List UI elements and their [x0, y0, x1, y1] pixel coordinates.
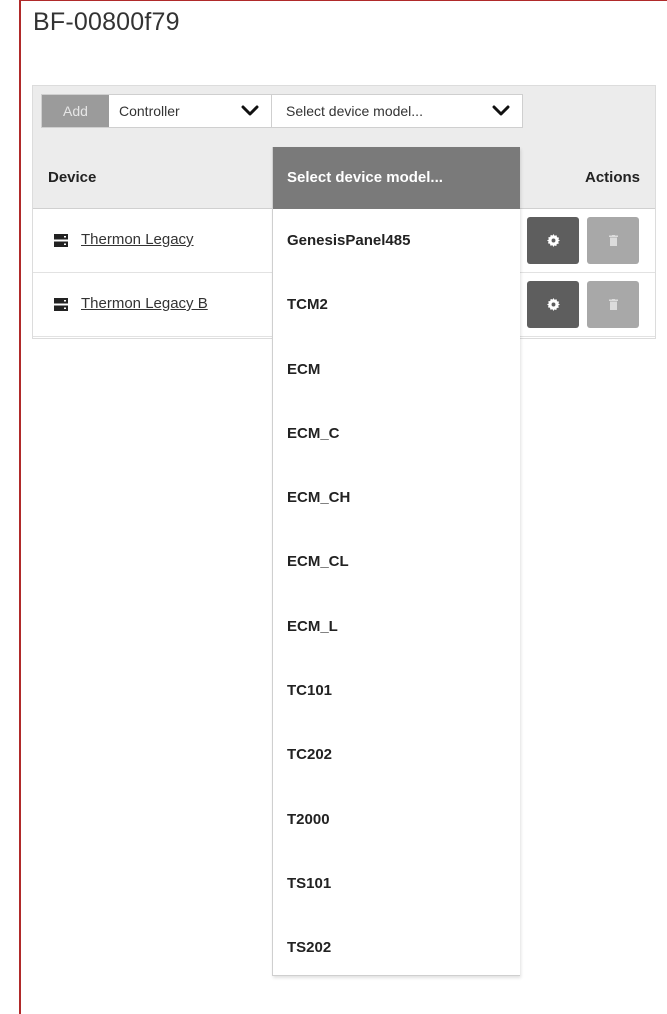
- dropdown-option[interactable]: ECM_C: [273, 402, 520, 466]
- dropdown-option[interactable]: TS202: [273, 916, 520, 980]
- device-model-value: Select device model...: [286, 103, 423, 119]
- server-icon: [54, 234, 68, 247]
- trash-icon: [608, 235, 618, 246]
- chevron-down-icon: [492, 105, 510, 116]
- chevron-down-icon: [241, 105, 259, 116]
- delete-button[interactable]: [587, 217, 639, 264]
- device-link[interactable]: Thermon Legacy: [81, 231, 194, 248]
- add-button[interactable]: Add: [42, 95, 109, 127]
- configure-button[interactable]: [527, 217, 579, 264]
- trash-icon: [608, 299, 618, 310]
- column-header-device: Device: [48, 169, 97, 186]
- device-model-select[interactable]: Select device model...: [272, 95, 522, 127]
- device-type-value: Controller: [119, 103, 180, 119]
- delete-button[interactable]: [587, 281, 639, 328]
- dropdown-option[interactable]: TC101: [273, 659, 520, 723]
- add-device-toolbar: Add Controller Select device model...: [32, 85, 656, 147]
- column-header-actions: Actions: [584, 169, 640, 186]
- dropdown-option[interactable]: TC202: [273, 723, 520, 787]
- dropdown-option[interactable]: ECM_CL: [273, 530, 520, 594]
- add-device-control-group: Add Controller Select device model...: [41, 94, 523, 128]
- dropdown-option[interactable]: ECM_CH: [273, 466, 520, 530]
- device-model-dropdown: Select device model... GenesisPanel485 T…: [272, 147, 520, 976]
- gear-icon: [546, 234, 560, 247]
- dropdown-header[interactable]: Select device model...: [273, 147, 520, 209]
- dropdown-option[interactable]: ECM: [273, 338, 520, 402]
- device-link[interactable]: Thermon Legacy B: [81, 295, 208, 312]
- dropdown-option[interactable]: T2000: [273, 788, 520, 852]
- dropdown-option[interactable]: ECM_L: [273, 595, 520, 659]
- dropdown-option[interactable]: TS101: [273, 852, 520, 916]
- configure-button[interactable]: [527, 281, 579, 328]
- gear-icon: [546, 298, 560, 311]
- device-type-select[interactable]: Controller: [109, 95, 272, 127]
- server-icon: [54, 298, 68, 311]
- dropdown-option[interactable]: TCM2: [273, 273, 520, 337]
- dropdown-option[interactable]: GenesisPanel485: [273, 209, 520, 273]
- page-title: BF-00800f79: [33, 8, 180, 36]
